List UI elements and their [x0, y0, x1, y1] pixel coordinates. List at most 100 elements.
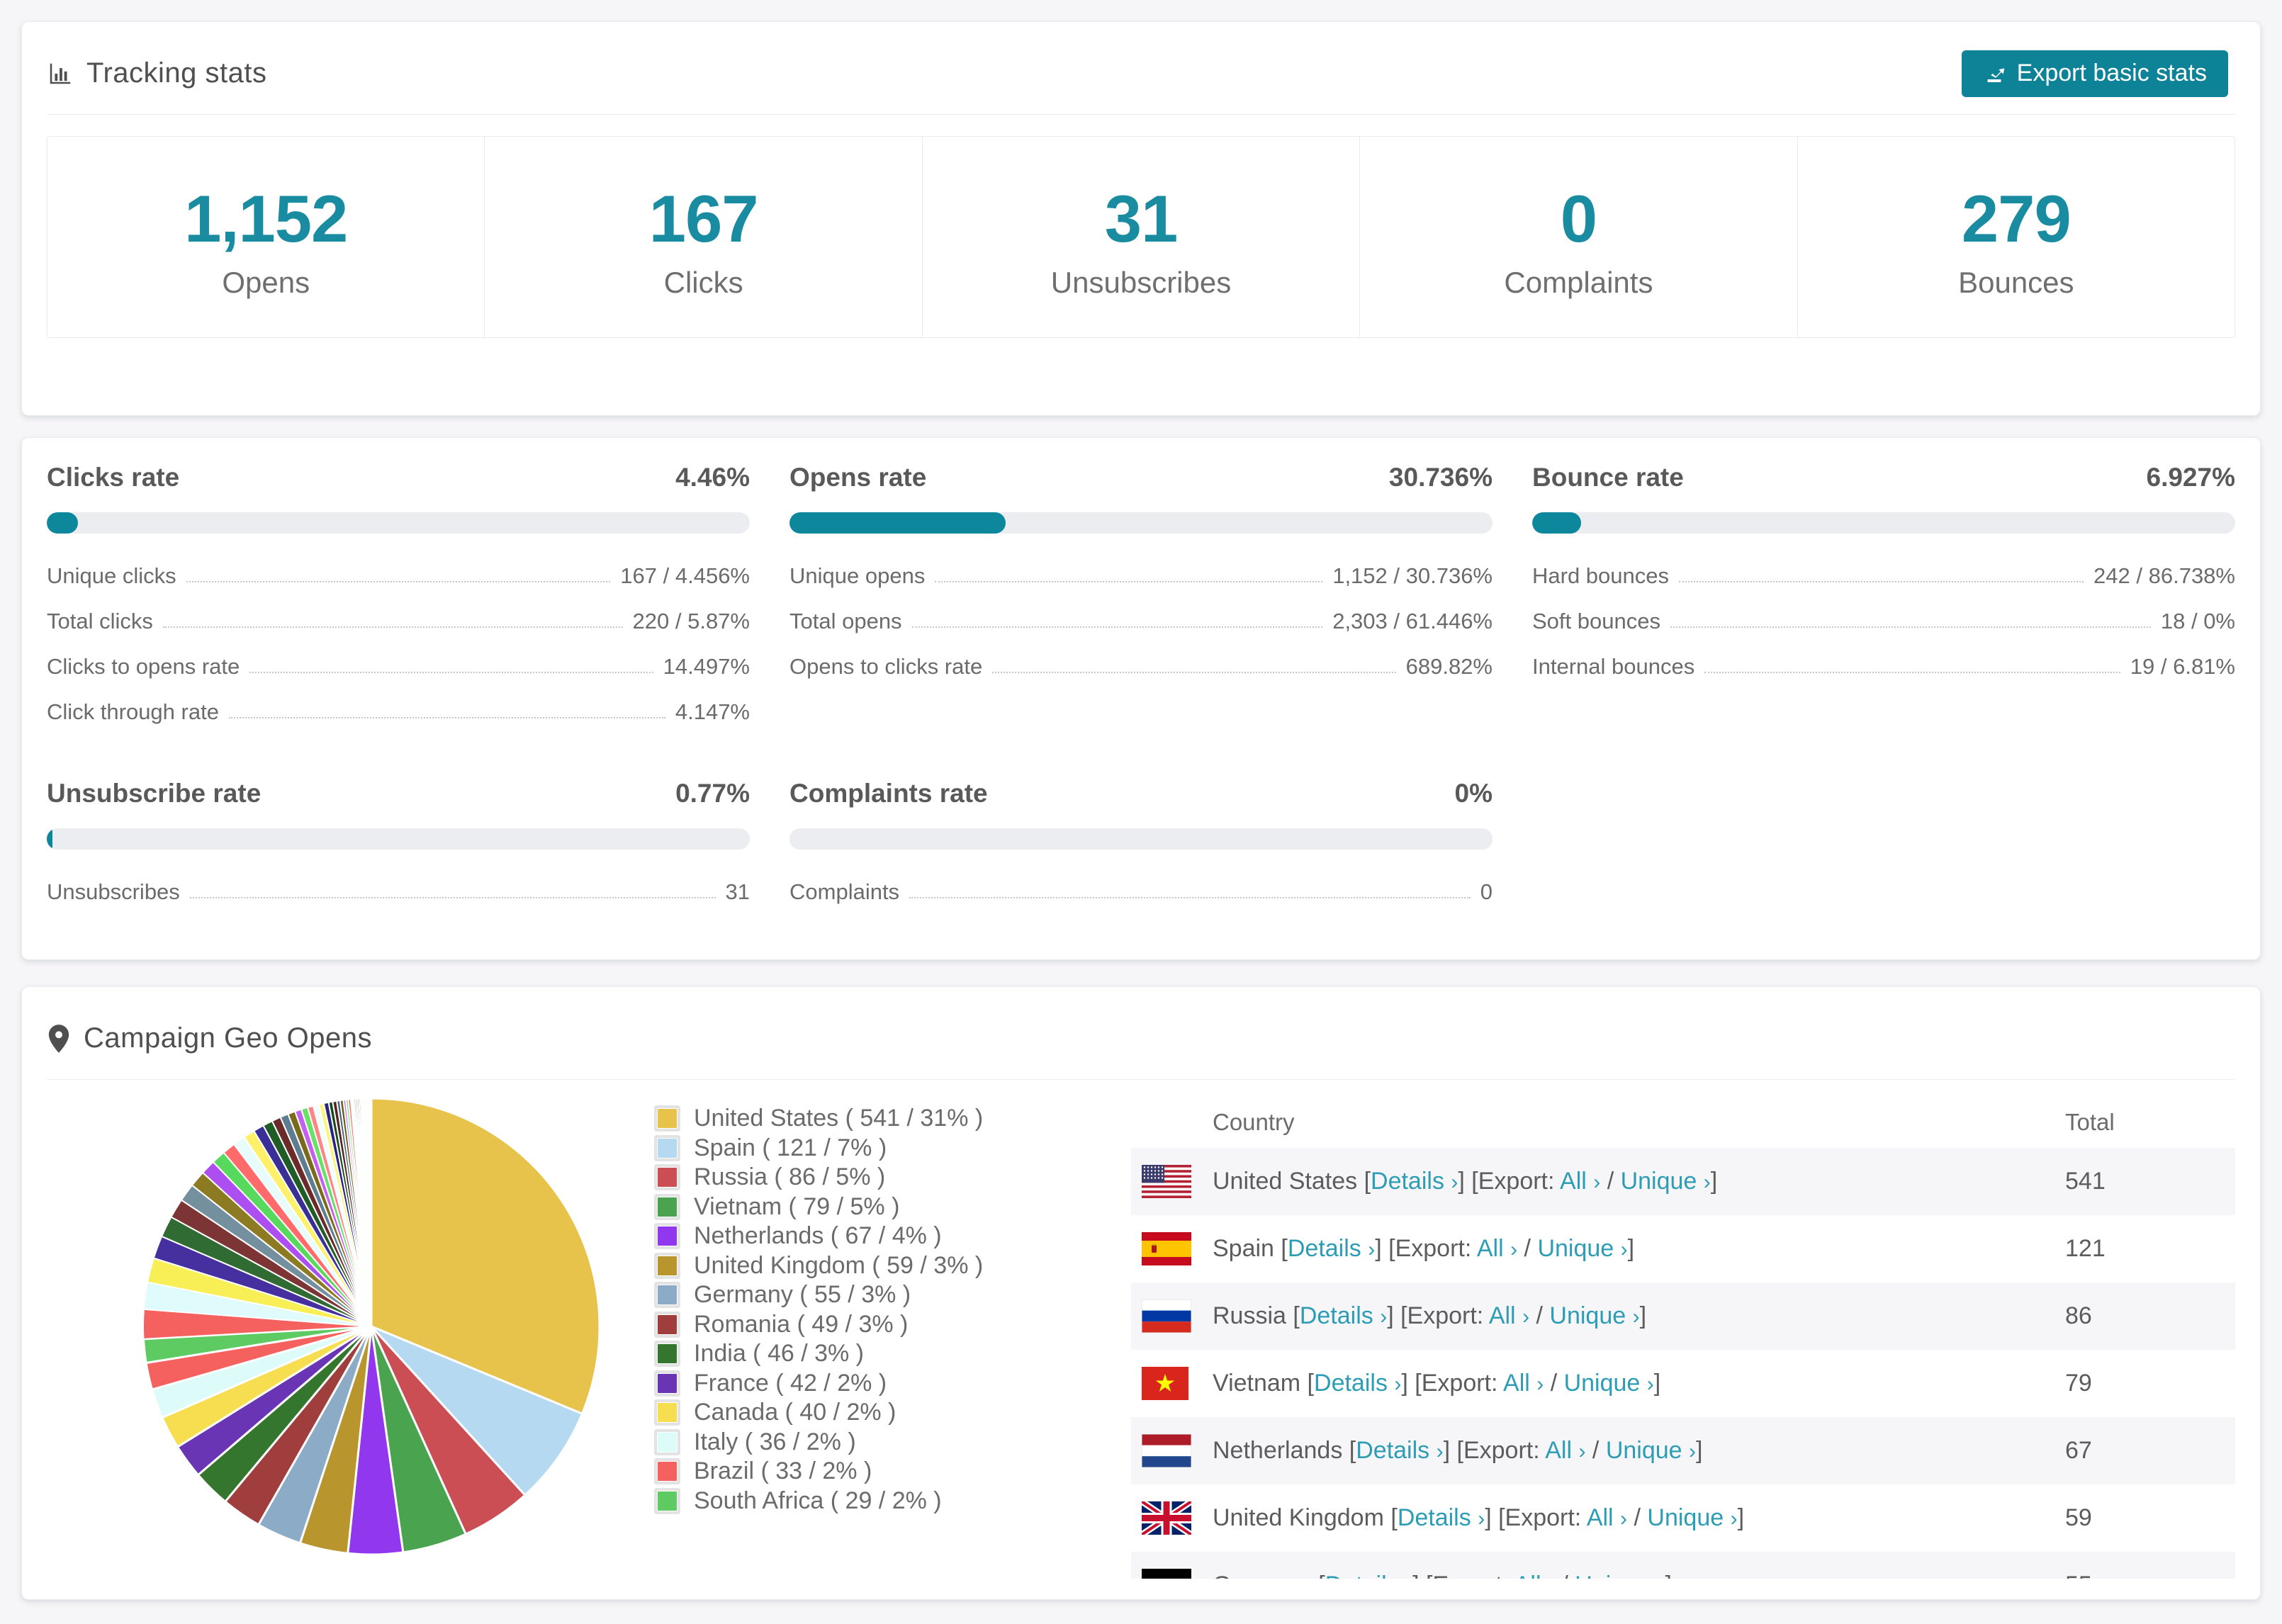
export-unique-link-de[interactable]: Unique › [1575, 1572, 1665, 1579]
export-all-link-es[interactable]: All › [1477, 1235, 1517, 1262]
geo-table-row-united-kingdom: United Kingdom [Details ›] [Export: All … [1131, 1484, 2235, 1552]
legend-label: United States ( 541 / 31% ) [694, 1105, 984, 1132]
geo-table-header: Country Total [1131, 1097, 2235, 1148]
legend-item-canada: Canada ( 40 / 2% ) [658, 1398, 983, 1428]
total-cell: 86 [2065, 1302, 2092, 1329]
details-link-es[interactable]: Details › [1288, 1235, 1375, 1262]
column-header-total: Total [2065, 1109, 2115, 1135]
country-cell: Russia [Details ›] [Export: All › / Uniq… [1213, 1302, 1647, 1329]
legend-label: Brazil ( 33 / 2% ) [694, 1457, 872, 1485]
rate-progress-bar [789, 828, 1493, 850]
export-unique-link-ru[interactable]: Unique › [1549, 1302, 1639, 1329]
dotted-leader [162, 626, 623, 628]
rate-detail-row: Click through rate 4.147% [47, 689, 750, 735]
rate-row-label: Soft bounces [1532, 609, 1660, 633]
rate-row-value: 14.497% [663, 654, 750, 679]
export-icon [1983, 62, 2006, 85]
legend-swatch [658, 1227, 677, 1246]
bar-chart-icon [47, 60, 74, 87]
rate-row-label: Clicks to opens rate [47, 654, 240, 679]
rate-value: 6.927% [2146, 463, 2236, 492]
geo-opens-pie-chart [142, 1097, 601, 1556]
export-basic-stats-button[interactable]: Export basic stats [1961, 50, 2228, 97]
rate-row-label: Internal bounces [1532, 654, 1695, 679]
legend-label: Romania ( 49 / 3% ) [694, 1310, 909, 1338]
rate-section-opens-rate: Opens rate 30.736% Unique opens 1,152 / … [789, 463, 1493, 735]
export-all-link-gb[interactable]: All › [1587, 1504, 1627, 1531]
total-cell: 55 [2065, 1572, 2235, 1579]
legend-item-india: India ( 46 / 3% ) [658, 1339, 983, 1369]
pie-legend: United States ( 541 / 31% ) Spain ( 121 … [658, 1104, 983, 1516]
flag-es-icon [1142, 1232, 1191, 1265]
details-link-de[interactable]: Details › [1325, 1572, 1412, 1579]
stat-cell-complaints: 0 Complaints [1360, 137, 1798, 337]
rate-detail-row: Clicks to opens rate 14.497% [47, 644, 750, 689]
total-cell: 541 [2065, 1168, 2106, 1195]
legend-label: Italy ( 36 / 2% ) [694, 1428, 856, 1455]
rate-row-value: 2,303 / 61.446% [1332, 609, 1493, 633]
rate-value: 4.46% [675, 463, 750, 492]
export-unique-link-us[interactable]: Unique › [1621, 1168, 1711, 1195]
legend-label: South Africa ( 29 / 2% ) [694, 1487, 942, 1514]
details-link-gb[interactable]: Details › [1398, 1504, 1485, 1531]
rate-value: 0.77% [675, 779, 750, 808]
legend-item-south-africa: South Africa ( 29 / 2% ) [658, 1487, 983, 1516]
details-link-ru[interactable]: Details › [1300, 1302, 1387, 1329]
export-all-link-de[interactable]: All › [1514, 1572, 1555, 1579]
rate-progress-bar [789, 512, 1493, 534]
rate-section-bounce-rate: Bounce rate 6.927% Hard bounces 242 / 86… [1532, 463, 2235, 735]
export-all-link-vn[interactable]: All › [1503, 1370, 1544, 1397]
export-unique-link-gb[interactable]: Unique › [1647, 1504, 1737, 1531]
legend-swatch [658, 1109, 677, 1129]
tracking-stats-card: Tracking stats Export basic stats 1,152 … [21, 21, 2261, 416]
stat-label: Opens [222, 266, 310, 299]
rate-title: Clicks rate [47, 463, 180, 492]
rate-row-label: Complaints [789, 879, 900, 904]
export-all-link-ru[interactable]: All › [1489, 1302, 1529, 1329]
legend-item-russia: Russia ( 86 / 5% ) [658, 1163, 983, 1192]
geo-header: Campaign Geo Opens [22, 987, 2260, 1065]
details-link-us[interactable]: Details › [1371, 1168, 1458, 1195]
rate-detail-row: Total opens 2,303 / 61.446% [789, 599, 1493, 644]
export-all-link-nl[interactable]: All › [1545, 1437, 1585, 1464]
details-link-nl[interactable]: Details › [1356, 1437, 1443, 1464]
country-cell: Germany [Details ›] [Export: All › / Uni… [1213, 1572, 2065, 1579]
stat-cell-unsubscribes: 31 Unsubscribes [923, 137, 1361, 337]
rate-detail-row: Opens to clicks rate 689.82% [789, 644, 1493, 689]
geo-table-row-germany: Germany [Details ›] [Export: All › / Uni… [1131, 1552, 2235, 1579]
legend-swatch [658, 1403, 677, 1423]
rate-title: Complaints rate [789, 779, 988, 808]
legend-label: Spain ( 121 / 7% ) [694, 1134, 887, 1161]
tracking-stats-title: Tracking stats [86, 57, 267, 89]
stat-label: Bounces [1958, 266, 2074, 299]
stat-value: 0 [1560, 181, 1597, 256]
legend-item-romania: Romania ( 49 / 3% ) [658, 1310, 983, 1340]
rate-row-value: 220 / 5.87% [632, 609, 750, 633]
legend-item-united-kingdom: United Kingdom ( 59 / 3% ) [658, 1251, 983, 1281]
rate-row-value: 18 / 0% [2160, 609, 2235, 633]
export-unique-link-es[interactable]: Unique › [1537, 1235, 1627, 1262]
legend-item-france: France ( 42 / 2% ) [658, 1369, 983, 1399]
dotted-leader [249, 672, 653, 673]
export-unique-link-nl[interactable]: Unique › [1606, 1437, 1696, 1464]
dotted-leader [1670, 626, 2151, 628]
column-header-country: Country [1213, 1109, 1295, 1135]
geo-title: Campaign Geo Opens [84, 1022, 373, 1054]
export-all-link-us[interactable]: All › [1560, 1168, 1600, 1195]
rate-row-value: 19 / 6.81% [2130, 654, 2235, 679]
rate-row-label: Click through rate [47, 699, 219, 724]
header-divider [47, 114, 2235, 115]
legend-label: France ( 42 / 2% ) [694, 1369, 887, 1397]
legend-swatch [658, 1256, 677, 1275]
rate-title: Unsubscribe rate [47, 779, 262, 808]
legend-label: United Kingdom ( 59 / 3% ) [694, 1251, 984, 1279]
legend-label: Germany ( 55 / 3% ) [694, 1281, 911, 1309]
stat-label: Complaints [1504, 266, 1653, 299]
export-unique-link-vn[interactable]: Unique › [1564, 1370, 1654, 1397]
rate-title: Bounce rate [1532, 463, 1684, 492]
rate-row-value: 167 / 4.456% [620, 563, 750, 588]
details-link-vn[interactable]: Details › [1314, 1370, 1401, 1397]
flag-de-icon [1142, 1569, 1191, 1579]
stat-label: Clicks [663, 266, 743, 299]
stat-value: 31 [1104, 181, 1179, 256]
